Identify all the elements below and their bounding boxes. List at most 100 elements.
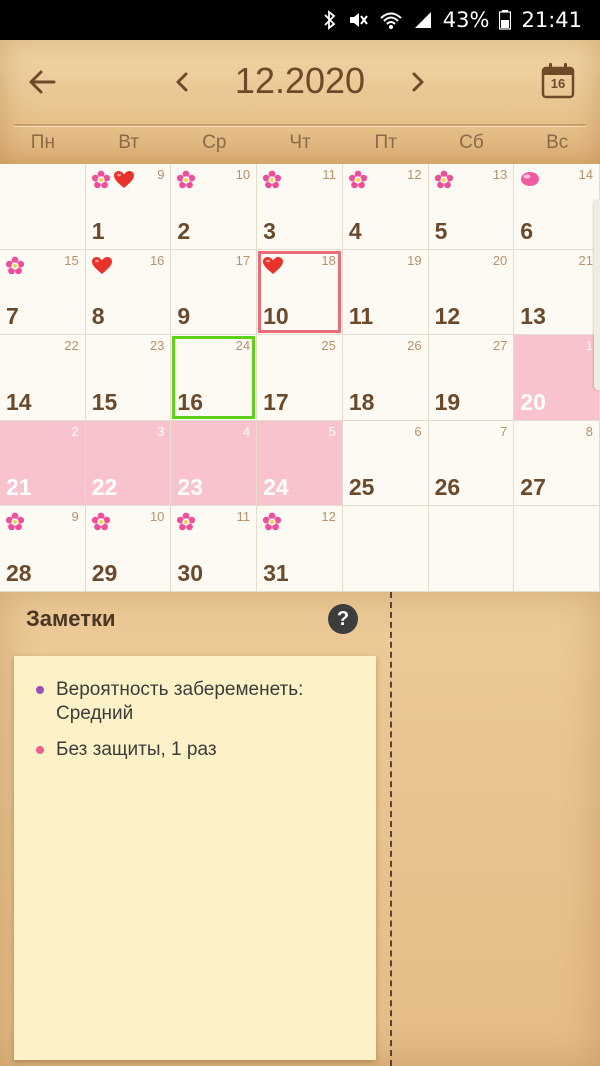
calendar-day-cell[interactable]: 11 3 [257,164,343,250]
signal-icon [414,12,431,28]
calendar-day-cell[interactable]: 24 16 [171,335,258,421]
weekday-label: Вт [118,132,139,153]
calendar-day-cell[interactable]: 22 14 [0,335,86,421]
calendar-day-cell[interactable]: 19 11 [342,249,429,336]
day-number: 4 [348,217,362,244]
cycle-day-number: 10 [235,167,251,182]
day-number: 14 [6,388,32,415]
header-toolbar: 12.2020 16 [0,40,600,122]
calendar-day-cell[interactable]: 91 [85,164,172,250]
cycle-day-number: 4 [242,423,251,439]
day-number: 28 [6,559,32,586]
day-number: 3 [263,217,276,244]
calendar-day-cell[interactable]: 4 23 [171,420,258,507]
day-number: 18 [348,388,375,415]
day-number: 30 [177,559,204,586]
mute-icon [349,13,368,27]
calendar-day-cell[interactable]: 1 20 [514,335,600,421]
calendar-day-cell[interactable]: 14 6 [514,164,600,250]
weekday-label: Пт [374,132,397,153]
calendar-day-cell[interactable]: 27 19 [428,335,515,421]
calendar-day-cell[interactable]: 21 13 [514,249,600,336]
flower-icon [91,512,111,537]
day-number: 26 [434,474,461,501]
calendar-day-cell[interactable]: 25 17 [257,335,343,421]
note-paper: Вероятность забеременеть: Средний Без защ… [14,656,376,1060]
calendar-day-cell[interactable]: 3 22 [85,420,172,507]
cycle-day-number: 9 [71,509,79,525]
flower-icon [176,170,196,195]
cycle-day-number: 20 [492,252,508,268]
day-icons [91,170,135,195]
weekday-label: Ср [202,132,227,153]
cycle-day-number: 27 [492,338,508,354]
flower-icon [434,170,454,195]
today-button[interactable]: 16 [540,62,576,100]
calendar-day-cell[interactable]: 17 9 [171,249,258,336]
day-icons [91,512,111,537]
cycle-day-number: 18 [321,252,336,268]
day-number: 22 [91,474,118,501]
today-number: 16 [550,76,566,91]
cycle-day-number: 16 [149,252,165,268]
back-button[interactable] [24,64,60,100]
calendar-day-cell[interactable]: 7 26 [428,420,515,507]
help-button[interactable]: ? [328,604,358,634]
calendar-day-cell[interactable]: 18 10 [257,249,343,336]
calendar-day-cell[interactable]: 12 31 [257,506,343,592]
calendar-day-cell[interactable]: 9 28 [0,506,86,592]
calendar-empty-cell [342,506,429,592]
day-number: 13 [520,303,546,330]
prev-month-button[interactable] [170,66,196,98]
cycle-day-number: 2 [71,423,79,439]
calendar-day-cell[interactable]: 26 18 [342,335,429,421]
flower-icon [5,512,25,537]
calendar-day-cell[interactable]: 13 5 [428,164,515,250]
cycle-day-number: 24 [235,338,251,354]
bullet-dot-icon [36,746,44,754]
day-number: 25 [348,474,375,501]
flower-icon [176,512,196,537]
day-icons [5,256,25,281]
header-divider [14,124,586,126]
day-number: 17 [263,388,289,415]
calendar-day-cell[interactable]: 20 12 [428,249,515,336]
weekday-label: Чт [289,132,311,153]
day-number: 15 [91,388,118,415]
weekday-label: Пн [30,132,55,153]
day-number: 6 [520,217,534,244]
flower-icon [348,170,368,195]
next-month-button[interactable] [404,66,430,98]
side-scroll-tab[interactable] [594,200,600,390]
notes-list: Вероятность забеременеть: Средний Без защ… [14,656,376,762]
calendar-day-cell[interactable]: 16 8 [85,249,172,336]
calendar-day-cell[interactable]: 10 29 [85,506,172,592]
cycle-day-number: 6 [414,423,422,439]
flower-icon [91,170,111,195]
calendar-day-cell[interactable]: 15 7 [0,249,86,336]
day-number: 27 [520,474,546,501]
calendar-day-cell[interactable]: 2 21 [0,420,86,507]
cycle-day-number: 26 [407,338,422,354]
day-number: 7 [6,303,19,330]
cycle-day-number: 8 [585,423,593,439]
clock: 21:41 [521,8,582,32]
calendar-day-cell[interactable]: 12 4 [342,164,429,250]
calendar-day-cell[interactable]: 5 24 [257,420,343,507]
heart-icon [262,256,284,281]
cycle-day-number: 5 [328,423,336,439]
cycle-day-number: 12 [407,167,422,182]
note-text: Без защиты, 1 раз [56,739,217,760]
calendar-day-cell[interactable]: 6 25 [342,420,429,507]
ovulation-egg-icon [519,170,541,193]
calendar-day-cell[interactable]: 11 30 [171,506,258,592]
calendar-day-cell[interactable]: 23 15 [85,335,172,421]
chevron-left-icon [176,72,188,92]
day-icons [262,512,282,537]
calendar-day-cell[interactable]: 10 2 [171,164,258,250]
flower-icon [5,256,25,281]
calendar-day-cell[interactable]: 8 27 [514,420,600,507]
day-number: 24 [263,474,289,501]
day-number: 16 [177,388,204,415]
day-icons [176,512,196,537]
